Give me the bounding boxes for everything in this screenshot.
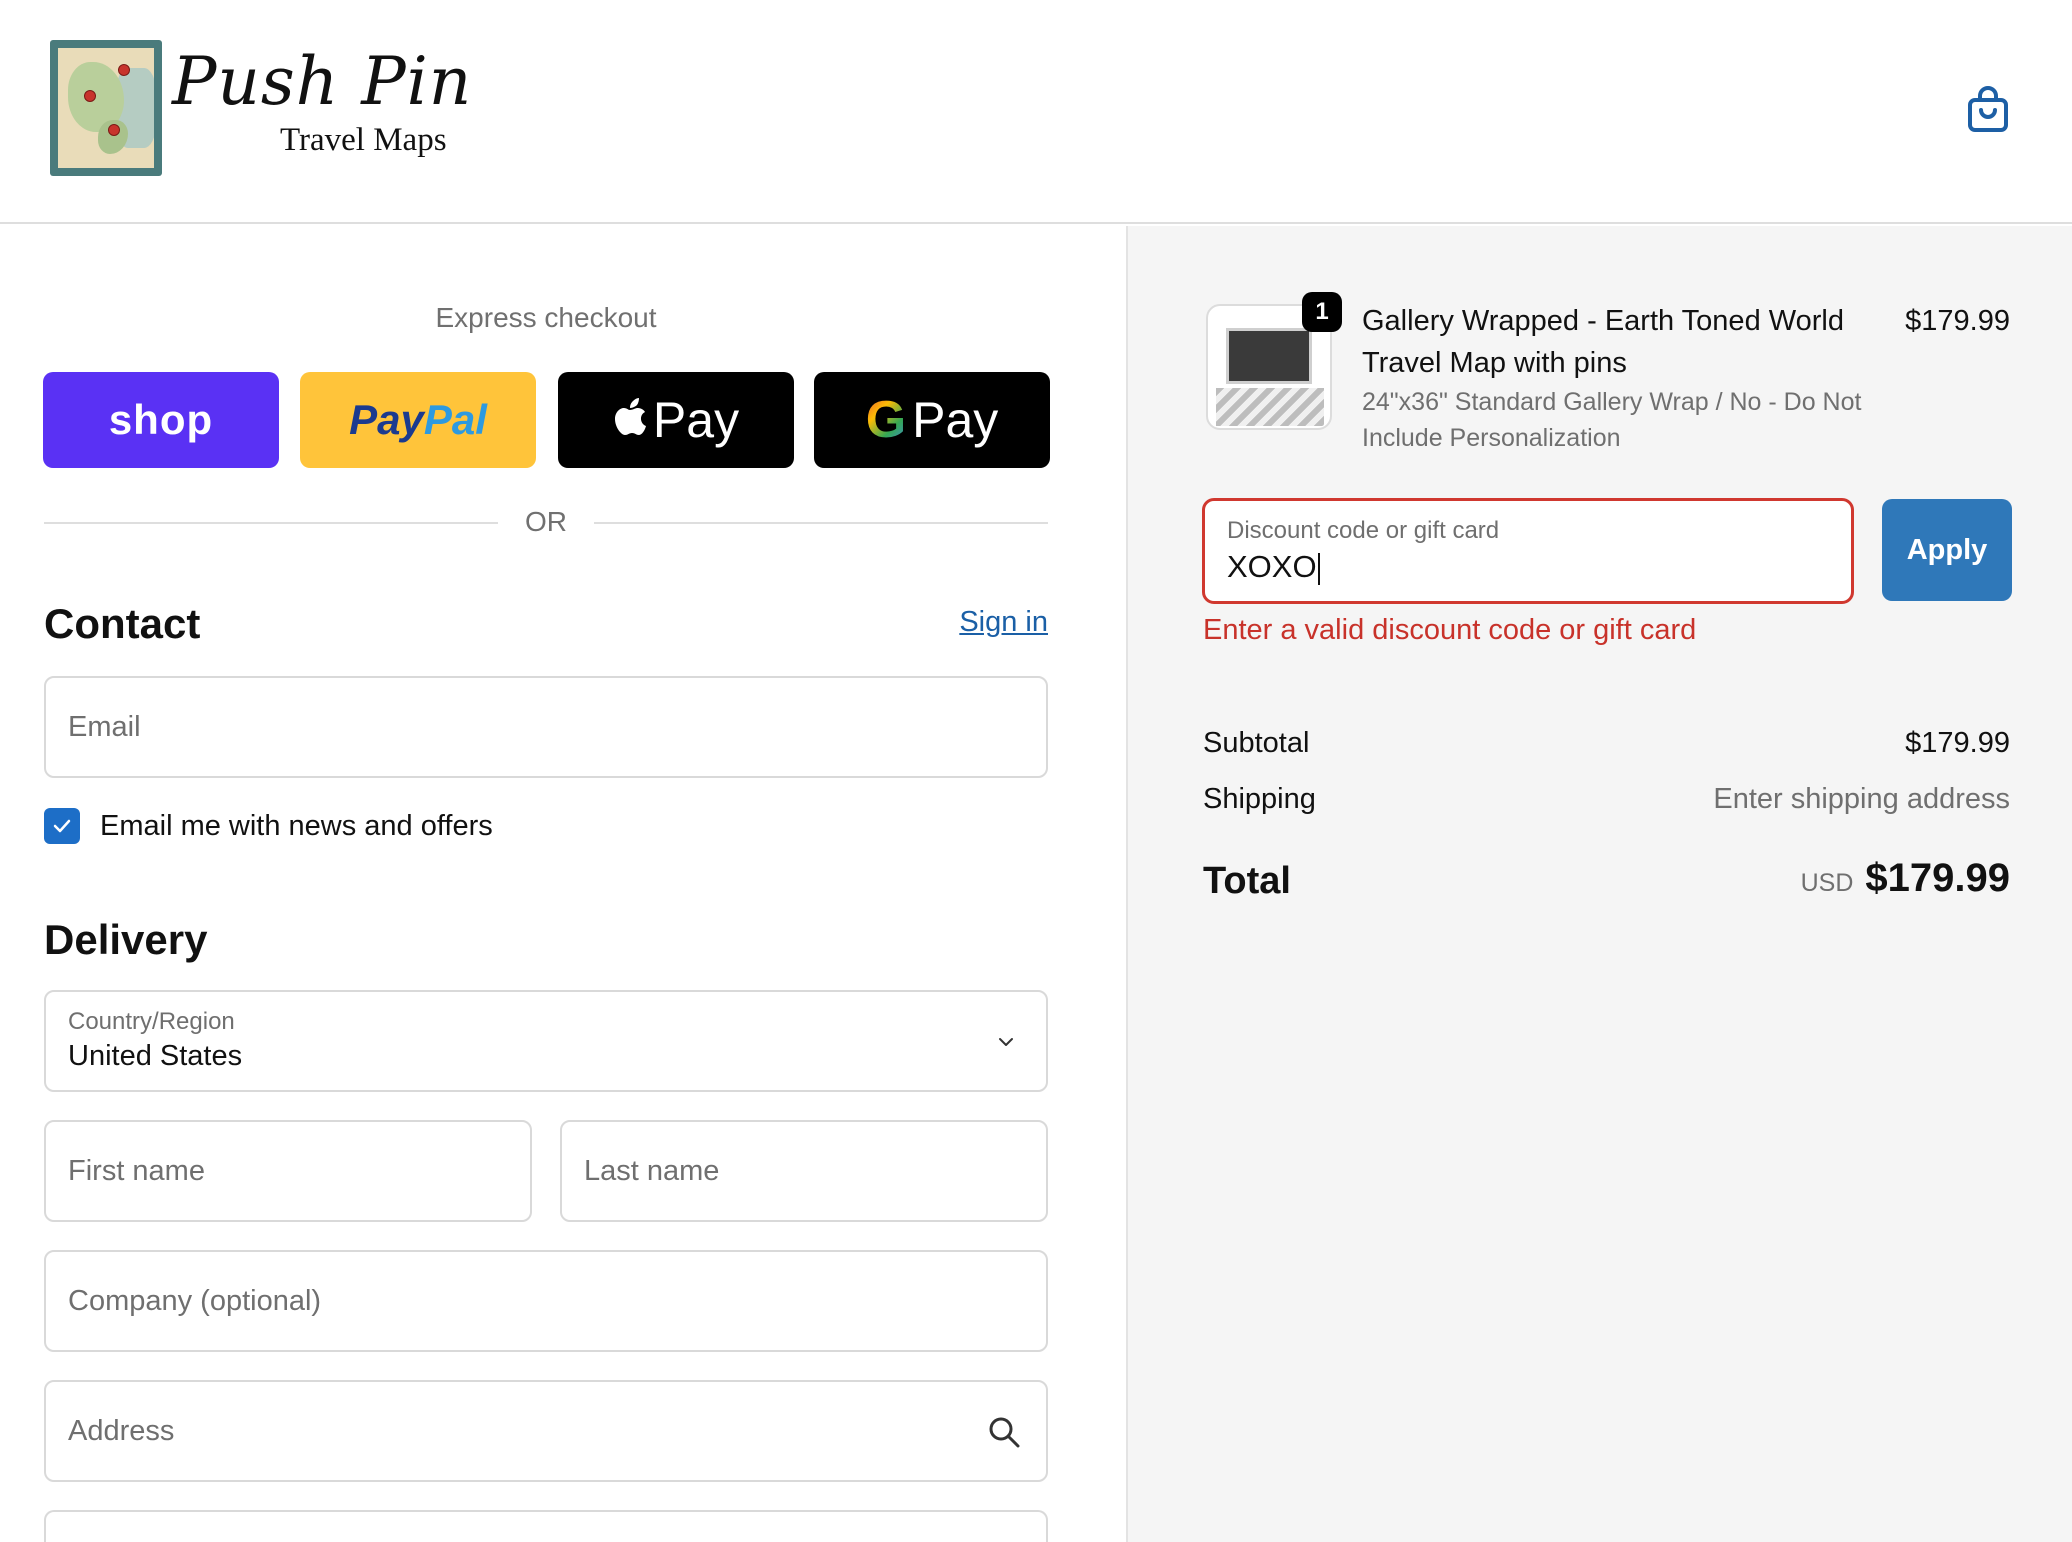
total-value: USD $179.99 (1600, 856, 2010, 901)
sign-in-link[interactable]: Sign in (930, 606, 1048, 639)
apple-pay-button[interactable]: Pay (558, 372, 794, 468)
total-label: Total (1203, 860, 1291, 902)
discount-value: XOXO (1227, 549, 1317, 584)
shop-pay-label: shop (108, 396, 214, 443)
apple-icon (613, 391, 647, 449)
total-currency: USD (1800, 869, 1854, 897)
apple-pay-label: Pay (652, 392, 740, 448)
discount-label: Discount code or gift card (1227, 517, 1500, 544)
google-pay-label: Pay (912, 392, 999, 448)
paypal-label: PayPal (349, 396, 487, 443)
apply-discount-button[interactable]: Apply (1882, 499, 2012, 601)
delivery-heading: Delivery (44, 916, 208, 963)
last-name-field[interactable]: Last name (560, 1120, 1048, 1222)
email-field[interactable]: Email (44, 676, 1048, 778)
google-g-icon: G (865, 391, 907, 449)
quantity-badge: 1 (1302, 292, 1342, 332)
express-checkout-title: Express checkout (435, 302, 657, 333)
or-divider: OR (44, 502, 1048, 542)
product-price: $179.99 (1905, 305, 2010, 337)
address-field[interactable]: Address (44, 1380, 1048, 1482)
first-name-field[interactable]: First name (44, 1120, 532, 1222)
map-stamp-icon (50, 40, 162, 176)
country-select[interactable]: Country/Region United States (44, 990, 1048, 1092)
company-field[interactable]: Company (optional) (44, 1250, 1048, 1352)
shipping-label: Shipping (1203, 783, 1316, 815)
product-title: Gallery Wrapped - Earth Toned World Trav… (1362, 305, 1844, 379)
google-pay-button[interactable]: G Pay (814, 372, 1050, 468)
country-label: Country/Region (68, 1008, 235, 1035)
shipping-value: Enter shipping address (1713, 783, 2010, 815)
newsletter-checkbox[interactable] (44, 808, 80, 844)
checkmark-icon (53, 819, 71, 833)
product-variant: 24"x36" Standard Gallery Wrap / No - Do … (1362, 388, 1862, 452)
site-header: Push Pin Travel Maps (0, 0, 2072, 224)
chevron-down-icon (999, 1038, 1013, 1046)
total-amount: $179.99 (1865, 856, 2010, 900)
email-placeholder: Email (68, 711, 141, 743)
contact-heading: Contact (44, 600, 201, 647)
subtotal-label: Subtotal (1203, 727, 1310, 759)
logo-title: Push Pin (172, 43, 473, 120)
search-icon[interactable] (986, 1414, 1022, 1450)
newsletter-label: Email me with news and offers (100, 810, 493, 842)
paypal-button[interactable]: PayPal (300, 372, 536, 468)
subtotal-value: $179.99 (1905, 727, 2010, 759)
shopping-bag-icon[interactable] (1966, 86, 2010, 134)
shop-pay-button[interactable]: shop (43, 372, 279, 468)
discount-error-message: Enter a valid discount code or gift card (1203, 614, 1697, 646)
discount-code-field[interactable]: Discount code or gift card XOXO (1202, 498, 1854, 604)
store-logo[interactable]: Push Pin Travel Maps (44, 36, 471, 186)
logo-tagline: Travel Maps (280, 122, 447, 158)
apartment-field[interactable] (44, 1510, 1048, 1542)
country-value: United States (68, 1040, 243, 1072)
